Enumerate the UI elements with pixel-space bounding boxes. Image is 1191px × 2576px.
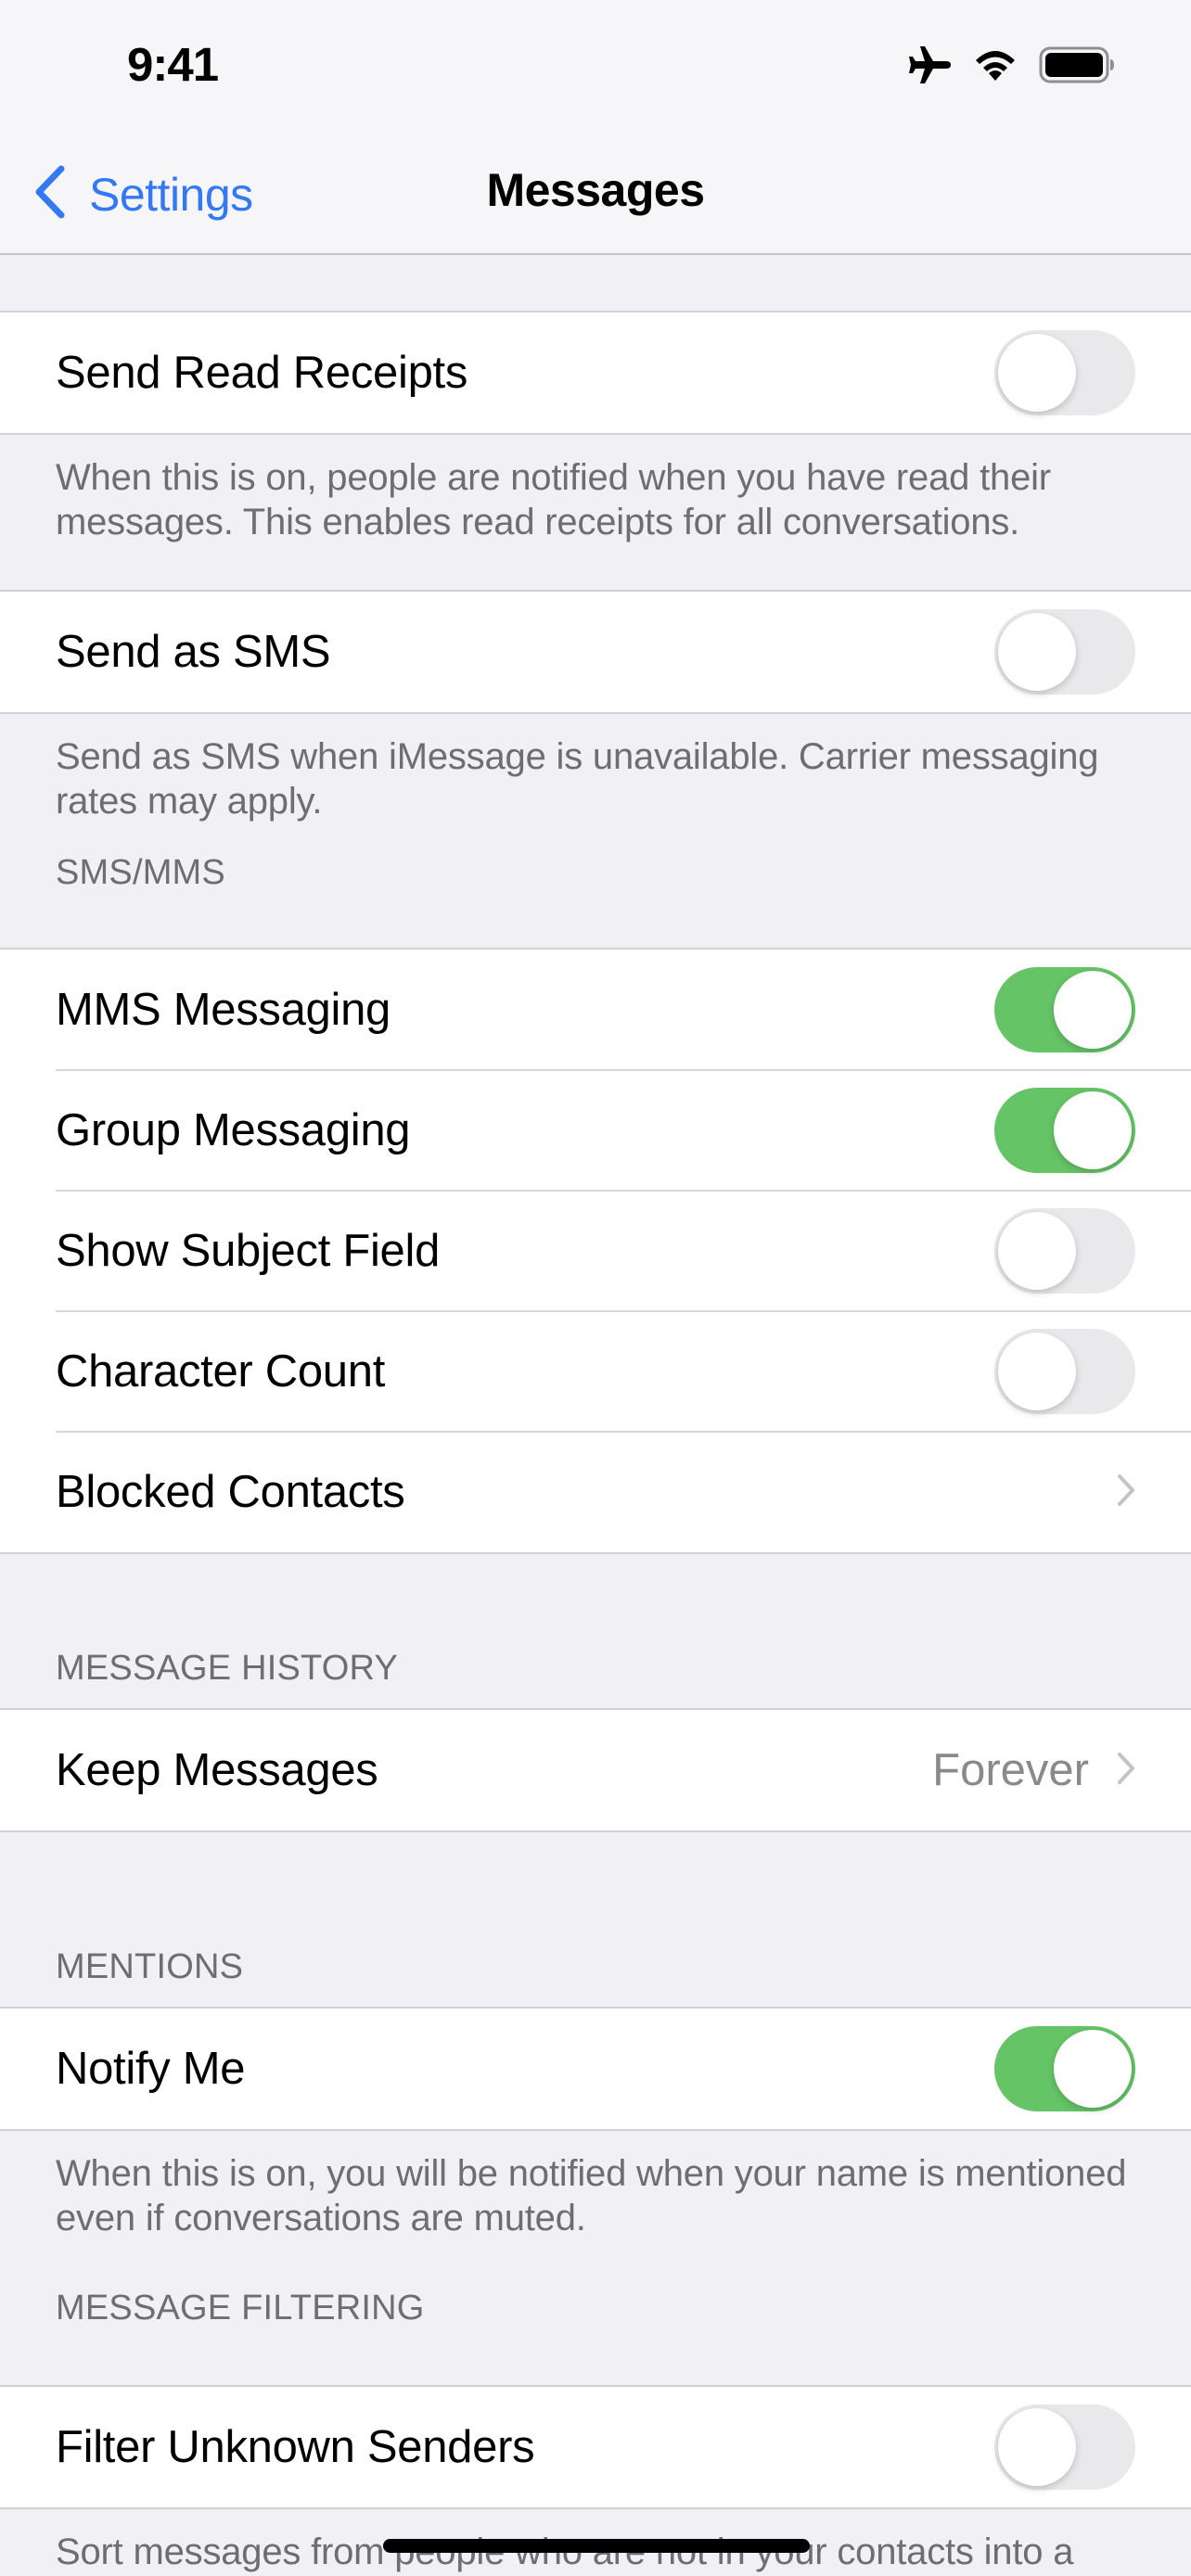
navigation-bar: Settings Messages bbox=[0, 130, 1191, 255]
send-sms-footer: Send as SMS when iMessage is unavailable… bbox=[56, 736, 1099, 822]
group-messaging-toggle[interactable] bbox=[994, 1088, 1135, 1173]
row-label: Filter Unknown Senders bbox=[56, 2422, 535, 2472]
toggle-knob bbox=[1054, 1091, 1132, 1169]
row-label: Notify Me bbox=[56, 2044, 246, 2094]
toggle-knob bbox=[998, 1333, 1076, 1410]
message-filtering-group: Filter Unknown Senders bbox=[0, 2385, 1191, 2509]
row-label: Send Read Receipts bbox=[56, 348, 468, 398]
mms-messaging-toggle[interactable] bbox=[994, 967, 1135, 1052]
filter-unknown-senders-toggle[interactable] bbox=[994, 2404, 1135, 2490]
sms-mms-group: MMS Messaging Group Messaging Show Subje… bbox=[0, 948, 1191, 1554]
filter-unknown-senders-row: Filter Unknown Senders bbox=[0, 2387, 1191, 2507]
show-subject-field-toggle[interactable] bbox=[994, 1208, 1135, 1294]
settings-list: Send Read Receipts When this is on, peop… bbox=[0, 255, 1191, 2574]
message-history-group: Keep Messages Forever bbox=[0, 1708, 1191, 1832]
toggle-knob bbox=[998, 1212, 1076, 1290]
mentions-header: MENTIONS bbox=[56, 1947, 244, 1986]
wifi-icon bbox=[972, 47, 1018, 87]
toggle-knob bbox=[1054, 2030, 1132, 2108]
character-count-toggle[interactable] bbox=[994, 1329, 1135, 1414]
send-as-sms-toggle[interactable] bbox=[994, 609, 1135, 695]
read-receipts-group: Send Read Receipts bbox=[0, 311, 1191, 435]
row-label: Blocked Contacts bbox=[56, 1467, 405, 1517]
home-indicator[interactable] bbox=[383, 2539, 810, 2553]
status-icons bbox=[907, 45, 1115, 90]
send-read-receipts-row: Send Read Receipts bbox=[0, 312, 1191, 433]
mms-messaging-row: MMS Messaging bbox=[0, 950, 1191, 1070]
message-filtering-header: MESSAGE FILTERING bbox=[56, 2289, 425, 2327]
row-label: Show Subject Field bbox=[56, 1226, 441, 1276]
row-label: Character Count bbox=[56, 1346, 386, 1396]
blocked-contacts-row[interactable]: Blocked Contacts bbox=[0, 1431, 1191, 1552]
sms-mms-header: SMS/MMS bbox=[56, 853, 225, 892]
row-label: Keep Messages bbox=[56, 1745, 378, 1795]
toggle-knob bbox=[1054, 971, 1132, 1049]
page-title: Messages bbox=[486, 164, 705, 216]
toggle-knob bbox=[998, 2408, 1076, 2486]
status-bar: 9:41 bbox=[0, 0, 1191, 130]
airplane-icon bbox=[907, 45, 952, 90]
character-count-row: Character Count bbox=[0, 1310, 1191, 1432]
show-subject-field-row: Show Subject Field bbox=[0, 1190, 1191, 1311]
keep-messages-row[interactable]: Keep Messages Forever bbox=[0, 1710, 1191, 1830]
send-as-sms-row: Send as SMS bbox=[0, 592, 1191, 712]
chevron-right-icon bbox=[1117, 1473, 1135, 1511]
mentions-group: Notify Me bbox=[0, 2007, 1191, 2131]
keep-messages-value: Forever bbox=[932, 1745, 1089, 1795]
row-label: Group Messaging bbox=[56, 1105, 411, 1155]
notify-me-toggle[interactable] bbox=[994, 2026, 1135, 2111]
message-history-header: MESSAGE HISTORY bbox=[56, 1649, 399, 1688]
status-time: 9:41 bbox=[127, 38, 219, 91]
mentions-footer: When this is on, you will be notified wh… bbox=[56, 2153, 1127, 2238]
send-read-receipts-toggle[interactable] bbox=[994, 330, 1135, 415]
chevron-right-icon bbox=[1117, 1752, 1135, 1790]
notify-me-row: Notify Me bbox=[0, 2009, 1191, 2129]
row-label: MMS Messaging bbox=[56, 985, 391, 1035]
battery-icon bbox=[1039, 46, 1115, 88]
read-receipts-footer: When this is on, people are notified whe… bbox=[56, 457, 1051, 542]
send-sms-group: Send as SMS bbox=[0, 590, 1191, 714]
row-label: Send as SMS bbox=[56, 627, 331, 677]
toggle-knob bbox=[998, 334, 1076, 412]
toggle-knob bbox=[998, 613, 1076, 691]
group-messaging-row: Group Messaging bbox=[0, 1069, 1191, 1191]
